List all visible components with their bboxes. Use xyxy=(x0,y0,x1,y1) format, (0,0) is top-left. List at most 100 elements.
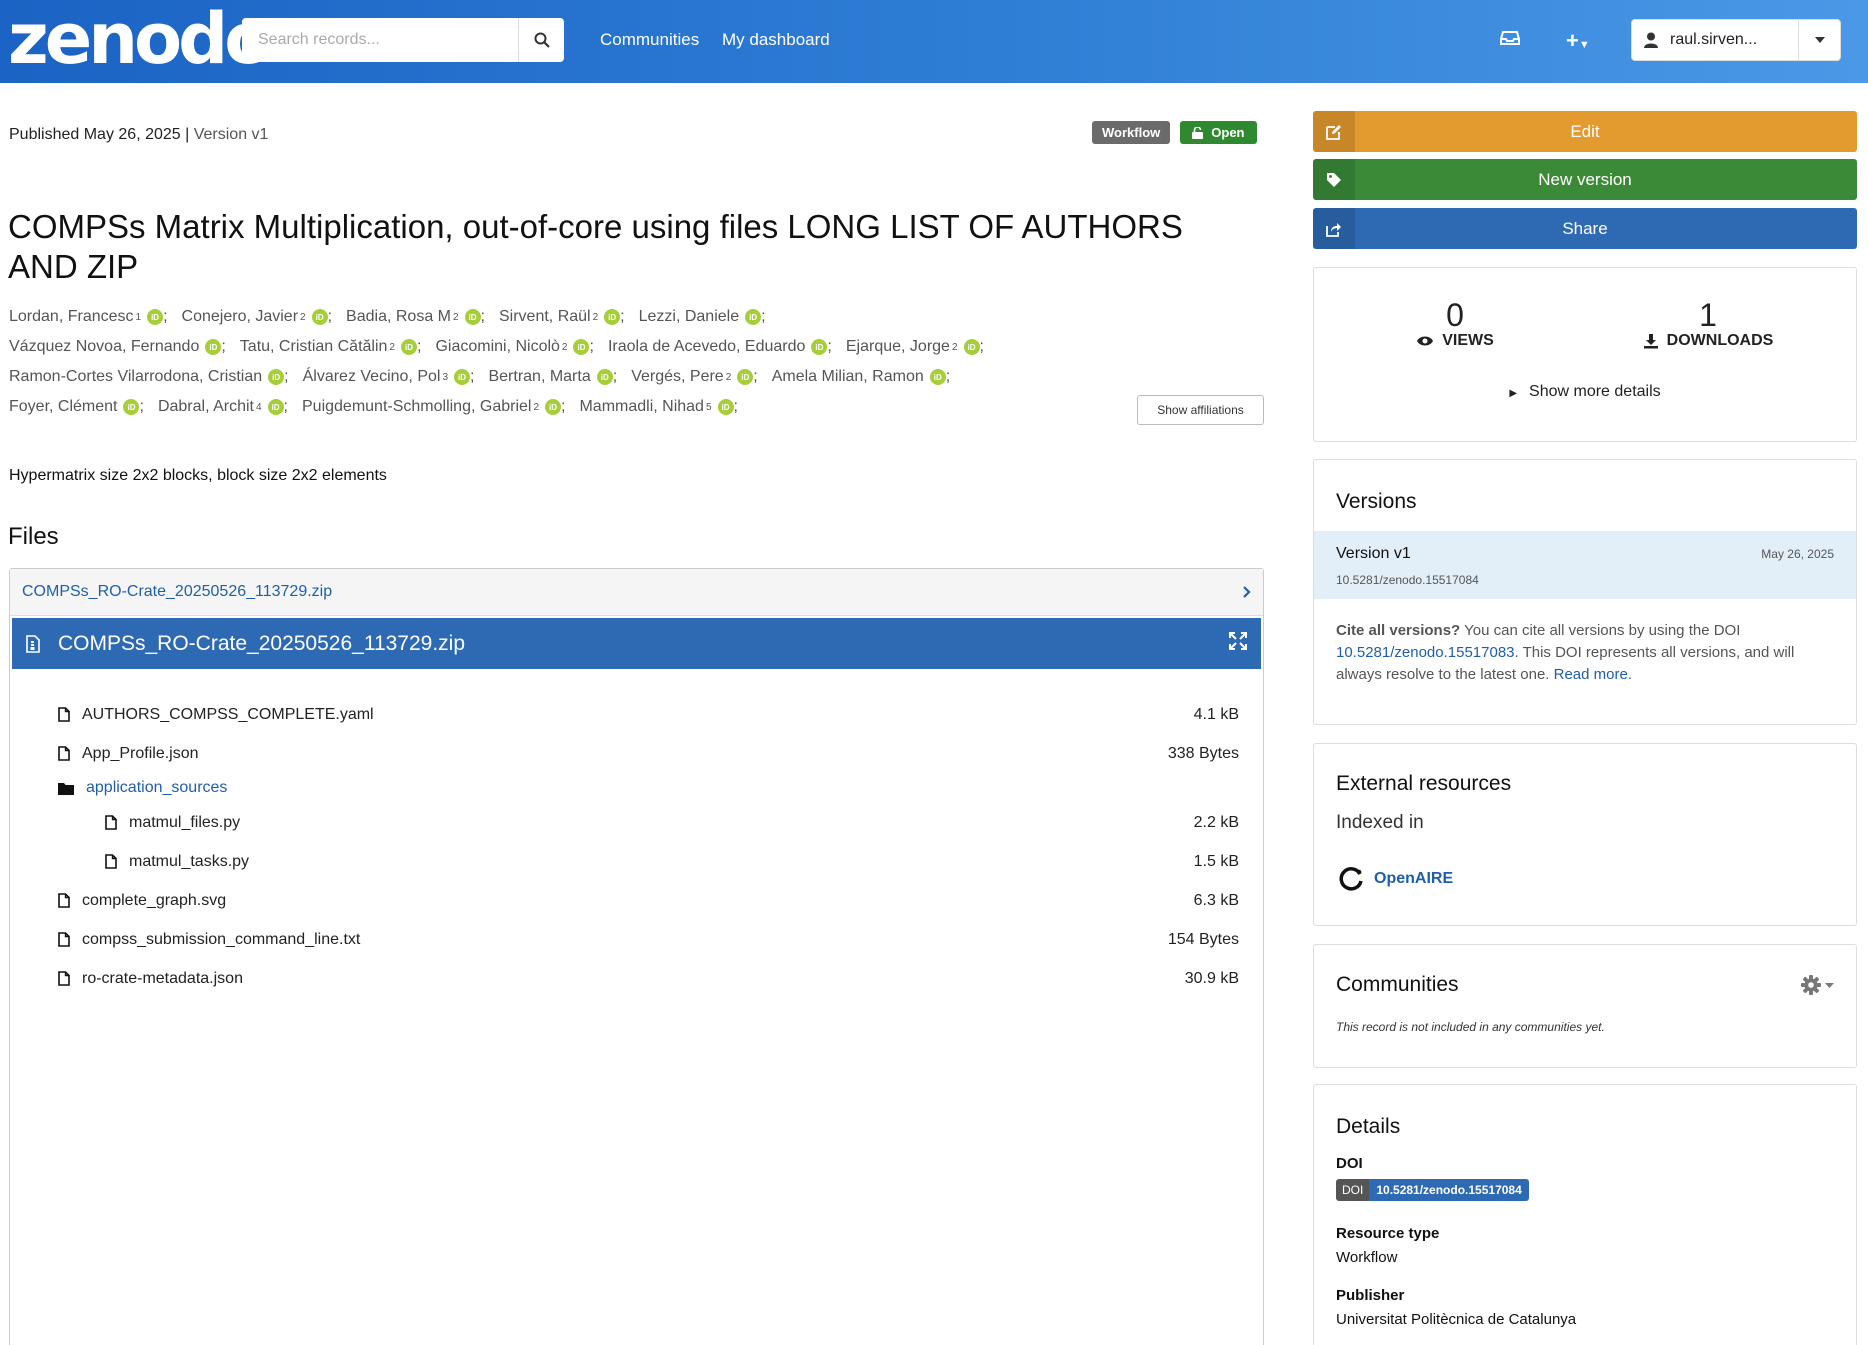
creator[interactable]: Bertran, Marta iD; xyxy=(488,368,631,386)
creator-name[interactable]: Amela Milian, Ramon xyxy=(772,368,924,386)
file-row[interactable]: matmul_files.py 2.2 kB xyxy=(10,803,1263,842)
search-input[interactable] xyxy=(242,18,518,62)
creator-name[interactable]: Conejero, Javier xyxy=(182,308,299,326)
orcid-icon[interactable]: iD xyxy=(573,339,590,355)
creator[interactable]: Badia, Rosa M 2 iD; xyxy=(346,308,499,326)
orcid-icon[interactable]: iD xyxy=(811,339,828,355)
creator-name[interactable]: Dabral, Archit xyxy=(158,398,254,416)
archive-file-name[interactable]: COMPSs_RO-Crate_20250526_113729.zip xyxy=(22,583,332,601)
show-more-details-toggle[interactable]: ▶ Show more details xyxy=(1314,383,1856,401)
creator[interactable]: Sirvent, Raül 2 iD; xyxy=(499,308,639,326)
creator[interactable]: Iraola de Acevedo, Eduardo iD; xyxy=(608,338,846,356)
nav-communities[interactable]: Communities xyxy=(600,30,699,50)
edit-icon xyxy=(1326,124,1341,140)
orcid-icon[interactable]: iD xyxy=(604,309,621,325)
user-menu-toggle[interactable] xyxy=(1798,20,1840,60)
creator-name[interactable]: Bertran, Marta xyxy=(488,368,590,386)
communities-settings-menu[interactable] xyxy=(1801,975,1834,995)
affiliation-number: 2 xyxy=(300,312,306,323)
creator[interactable]: Álvarez Vecino, Pol 3 iD; xyxy=(303,368,489,386)
caret-down-icon xyxy=(1825,982,1834,988)
file-accordion-header[interactable]: COMPSs_RO-Crate_20250526_113729.zip xyxy=(10,569,1263,616)
top-navbar: zenodo Communities My dashboard +▼ raul.… xyxy=(0,0,1868,83)
doi-badge[interactable]: DOI 10.5281/zenodo.15517084 xyxy=(1336,1179,1529,1201)
creator[interactable]: Lordan, Francesc 1 iD; xyxy=(9,308,182,326)
creator[interactable]: Conejero, Javier 2 iD; xyxy=(182,308,347,326)
creator[interactable]: Vergés, Pere 2 iD; xyxy=(631,368,772,386)
creator-name[interactable]: Sirvent, Raül xyxy=(499,308,591,326)
creator[interactable]: Amela Milian, Ramon iD; xyxy=(772,368,965,386)
orcid-icon[interactable]: iD xyxy=(745,309,762,325)
creator-name[interactable]: Vergés, Pere xyxy=(631,368,724,386)
version-item[interactable]: Version v1 May 26, 2025 10.5281/zenodo.1… xyxy=(1314,531,1856,599)
creator[interactable]: Ejarque, Jorge 2 iD; xyxy=(846,338,998,356)
creator[interactable]: Vázquez Novoa, Fernando iD; xyxy=(9,338,240,356)
creator-name[interactable]: Giacomini, Nicolò xyxy=(435,338,559,356)
preview-file-name: COMPSs_RO-Crate_20250526_113729.zip xyxy=(58,631,466,655)
creator[interactable]: Giacomini, Nicolò 2 iD; xyxy=(435,338,608,356)
orcid-icon[interactable]: iD xyxy=(454,369,471,385)
creator-separator: ; xyxy=(612,368,618,385)
new-version-button[interactable]: New version xyxy=(1313,159,1857,200)
creator-name[interactable]: Mammadli, Nihad xyxy=(579,398,703,416)
orcid-icon[interactable]: iD xyxy=(717,399,734,415)
orcid-icon[interactable]: iD xyxy=(123,399,140,415)
fullscreen-button[interactable] xyxy=(1229,632,1247,655)
share-button[interactable]: Share xyxy=(1313,208,1857,249)
creator-separator: ; xyxy=(470,368,475,385)
folder-row[interactable]: application_sources xyxy=(10,773,1263,803)
version-item-name[interactable]: Version v1 xyxy=(1336,545,1411,563)
nav-my-dashboard[interactable]: My dashboard xyxy=(722,30,830,50)
show-affiliations-button[interactable]: Show affiliations xyxy=(1137,395,1264,425)
creator[interactable]: Ramon-Cortes Vilarrodona, Cristian iD; xyxy=(9,368,303,386)
file-row[interactable]: matmul_tasks.py 1.5 kB xyxy=(10,842,1263,881)
creator-name[interactable]: Puigdemunt-Schmolling, Gabriel xyxy=(302,398,531,416)
creator[interactable]: Tatu, Cristian Cătălin 2 iD; xyxy=(240,338,436,356)
orcid-icon[interactable]: iD xyxy=(147,309,164,325)
creator-name[interactable]: Badia, Rosa M xyxy=(346,308,451,326)
inbox-icon[interactable] xyxy=(1500,30,1520,51)
orcid-icon[interactable]: iD xyxy=(400,339,417,355)
zenodo-logo[interactable]: zenodo xyxy=(8,4,272,74)
creator-name[interactable]: Tatu, Cristian Cătălin xyxy=(240,338,388,356)
openaire-link[interactable]: OpenAIRE xyxy=(1338,866,1453,892)
creator-name[interactable]: Iraola de Acevedo, Eduardo xyxy=(608,338,805,356)
orcid-icon[interactable]: iD xyxy=(464,309,481,325)
orcid-icon[interactable]: iD xyxy=(737,369,754,385)
creator-name[interactable]: Álvarez Vecino, Pol xyxy=(303,368,441,386)
creator-name[interactable]: Ejarque, Jorge xyxy=(846,338,950,356)
file-row[interactable]: AUTHORS_COMPSS_COMPLETE.yaml 4.1 kB xyxy=(10,695,1263,734)
orcid-icon[interactable]: iD xyxy=(268,369,285,385)
user-menu[interactable]: raul.sirven... xyxy=(1631,19,1841,61)
read-more-link[interactable]: Read more. xyxy=(1554,666,1632,683)
orcid-icon[interactable]: iD xyxy=(545,399,562,415)
file-row[interactable]: complete_graph.svg 6.3 kB xyxy=(10,881,1263,920)
creator-name[interactable]: Vázquez Novoa, Fernando xyxy=(9,338,199,356)
creator-name[interactable]: Lordan, Francesc xyxy=(9,308,134,326)
file-row[interactable]: compss_submission_command_line.txt 154 By… xyxy=(10,920,1263,959)
creator-name[interactable]: Lezzi, Daniele xyxy=(639,308,740,326)
folder-name[interactable]: application_sources xyxy=(86,779,227,797)
orcid-icon[interactable]: iD xyxy=(205,339,222,355)
orcid-icon[interactable]: iD xyxy=(929,369,946,385)
file-row[interactable]: App_Profile.json 338 Bytes xyxy=(10,734,1263,773)
creator[interactable]: Lezzi, Daniele iD; xyxy=(639,308,780,326)
orcid-icon[interactable]: iD xyxy=(311,309,328,325)
creator[interactable]: Dabral, Archit 4 iD; xyxy=(158,398,302,416)
file-row[interactable]: ro-crate-metadata.json 30.9 kB xyxy=(10,959,1263,998)
creator-name[interactable]: Ramon-Cortes Vilarrodona, Cristian xyxy=(9,368,262,386)
creator-name[interactable]: Foyer, Clément xyxy=(9,398,117,416)
cite-all-bold: Cite all versions? xyxy=(1336,622,1461,639)
openaire-label[interactable]: OpenAIRE xyxy=(1374,870,1453,888)
concept-doi-link[interactable]: 10.5281/zenodo.15517083 xyxy=(1336,644,1515,661)
file-size: 1.5 kB xyxy=(1193,852,1239,870)
search-button[interactable] xyxy=(518,18,564,62)
orcid-icon[interactable]: iD xyxy=(596,369,613,385)
orcid-icon[interactable]: iD xyxy=(963,339,980,355)
creator[interactable]: Puigdemunt-Schmolling, Gabriel 2 iD; xyxy=(302,398,579,416)
creator[interactable]: Foyer, Clément iD; xyxy=(9,398,158,416)
create-menu[interactable]: +▼ xyxy=(1566,28,1590,54)
edit-button[interactable]: Edit xyxy=(1313,111,1857,152)
creator[interactable]: Mammadli, Nihad 5 iD; xyxy=(579,398,752,416)
orcid-icon[interactable]: iD xyxy=(267,399,284,415)
